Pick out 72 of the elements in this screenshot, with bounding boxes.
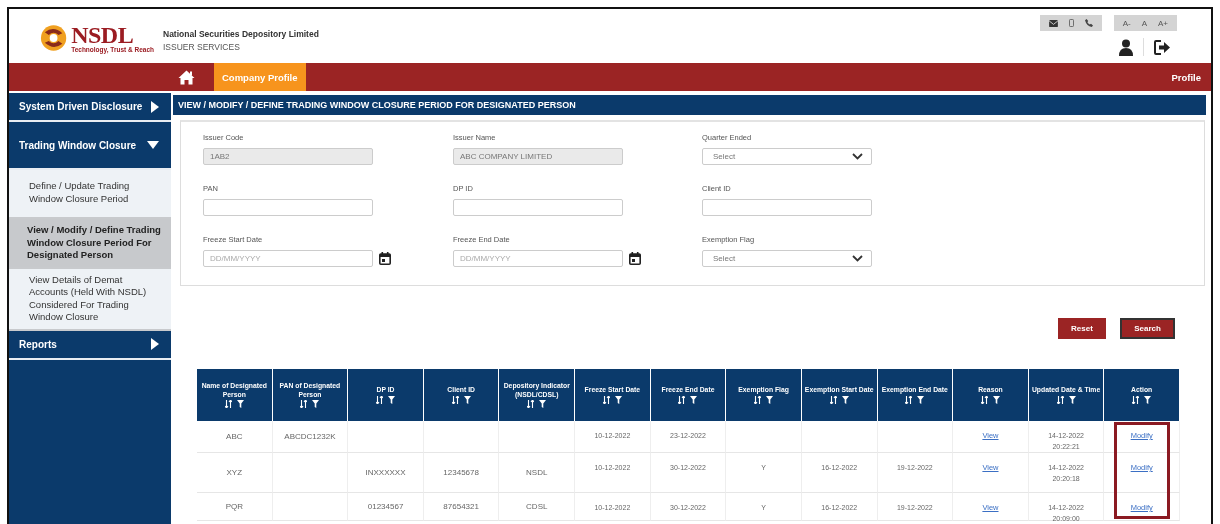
filter-icon[interactable] xyxy=(236,400,244,408)
user-icon[interactable] xyxy=(1119,38,1133,56)
calendar-icon[interactable] xyxy=(629,252,641,265)
filter-icon[interactable] xyxy=(463,395,471,404)
mobile-icon[interactable] xyxy=(1068,19,1074,27)
font-size-button[interactable]: A xyxy=(1141,18,1147,28)
sort-icon[interactable] xyxy=(829,395,837,404)
logout-icon[interactable] xyxy=(1154,39,1171,55)
sidebar-item[interactable]: Define / Update Trading Window Closure Period xyxy=(9,170,171,219)
organization-name: National Securities Depository Limited xyxy=(163,29,319,39)
table-cell: 87654321 xyxy=(423,493,500,521)
font-size-button[interactable]: A+ xyxy=(1158,18,1168,28)
filter-icon[interactable] xyxy=(992,395,1000,404)
text-field[interactable] xyxy=(702,199,872,216)
filter-icon[interactable] xyxy=(1068,395,1076,404)
text-field[interactable] xyxy=(203,199,373,216)
sort-icon[interactable] xyxy=(224,400,232,408)
sidebar-section[interactable]: System Driven Disclosure xyxy=(9,93,171,122)
date-field[interactable]: DD/MM/YYYY xyxy=(203,250,373,267)
filter-icon[interactable] xyxy=(917,395,925,404)
text-field[interactable] xyxy=(453,199,623,216)
filter-icon[interactable] xyxy=(766,395,774,404)
sidebar-section-label: System Driven Disclosure xyxy=(19,101,143,112)
table-cell: PQR xyxy=(197,493,273,521)
table-cell: 12345678 xyxy=(423,453,500,493)
page-title-bar: VIEW / MODIFY / DEFINE TRADING WINDOW CLOSURE PERIOD FOR DESIGNATED PERSON xyxy=(173,95,1206,115)
chevron-down-icon xyxy=(852,153,863,160)
sort-icon[interactable] xyxy=(527,400,535,408)
logo-icon xyxy=(39,23,69,53)
phone-icon[interactable] xyxy=(1084,19,1093,27)
sidebar-section[interactable]: Reports xyxy=(9,330,171,360)
sort-icon[interactable] xyxy=(1056,395,1064,404)
sidebar-item[interactable]: View Details of Demat Accounts (Held With NSDL) Considered For Trading Window Closure xyxy=(9,268,171,331)
table-cell: NSDL xyxy=(499,453,576,493)
profile-link[interactable]: Profile xyxy=(1171,71,1201,83)
sort-icon[interactable] xyxy=(678,395,686,404)
filter-icon[interactable] xyxy=(388,395,396,404)
logo-text: NSDL xyxy=(71,23,134,46)
sort-icon[interactable] xyxy=(451,395,459,404)
sort-icon[interactable] xyxy=(1132,395,1140,404)
filter-icon[interactable] xyxy=(312,400,320,408)
reset-button[interactable]: Reset xyxy=(1058,318,1106,339)
table-cell: XYZ xyxy=(197,453,273,493)
filter-icon[interactable] xyxy=(1144,395,1152,404)
sidebar-section-label: Reports xyxy=(19,338,57,350)
search-button[interactable]: Search xyxy=(1120,318,1175,339)
sort-icon[interactable] xyxy=(602,395,610,404)
filter-icon[interactable] xyxy=(614,395,622,404)
service-name: ISSUER SERVICES xyxy=(163,42,241,52)
table-cell: 01234567 xyxy=(348,493,424,521)
mail-icon[interactable] xyxy=(1048,19,1058,27)
sidebar-section-label: Trading Window Closure xyxy=(19,139,137,151)
filter-icon[interactable] xyxy=(690,395,698,404)
select-field[interactable]: Select xyxy=(702,250,872,267)
calendar-icon[interactable] xyxy=(379,252,391,265)
table-cell: ABCDC1232K xyxy=(272,421,349,453)
sidebar-item[interactable]: View / Modify / Define Trading Window Closure Period For Designated Person xyxy=(9,219,171,269)
sort-icon[interactable] xyxy=(980,395,988,404)
select-field[interactable]: Select xyxy=(702,148,872,165)
sort-icon[interactable] xyxy=(376,395,384,404)
date-field[interactable]: DD/MM/YYYY xyxy=(453,250,623,267)
sort-icon[interactable] xyxy=(754,395,762,404)
filter-icon[interactable] xyxy=(841,395,849,404)
table-cell: ABC xyxy=(197,421,273,453)
sort-icon[interactable] xyxy=(905,395,913,404)
filter-icon[interactable] xyxy=(539,400,547,408)
home-icon[interactable] xyxy=(178,69,195,85)
font-size-button[interactable]: A- xyxy=(1122,18,1131,28)
chevron-down-icon xyxy=(852,255,863,262)
table-cell: CDSL xyxy=(499,493,576,521)
sort-icon[interactable] xyxy=(300,400,308,408)
table-cell: INXXXXXX xyxy=(348,453,424,493)
